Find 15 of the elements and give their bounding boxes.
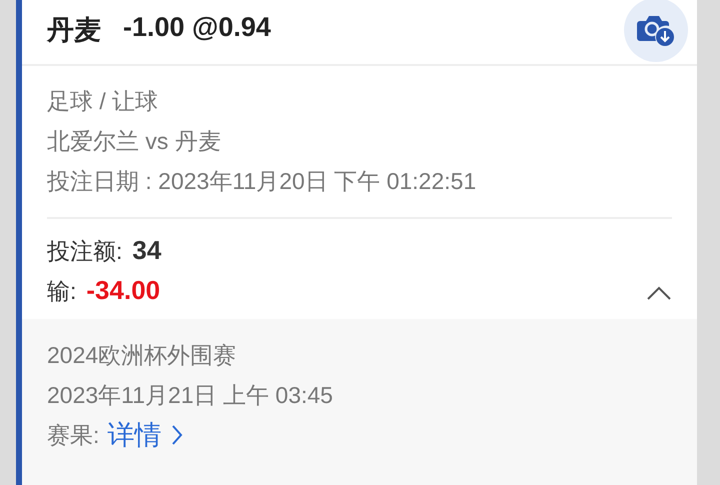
stake-label: 投注额: [47, 237, 122, 266]
team-name: 丹麦 [47, 14, 101, 47]
match-time: 2023年11月21日 上午 03:45 [47, 381, 334, 410]
camera-download-icon [637, 13, 675, 47]
outcome-label: 赛果: [47, 421, 100, 450]
result-amount: -34.00 [86, 274, 160, 307]
chevron-right-icon [171, 424, 184, 446]
bet-detail: 投注日期 : 2023年11月20日 下午 01:22:51 [47, 167, 478, 196]
details-link[interactable]: 详情 [107, 417, 184, 453]
result-label: 输: [47, 277, 76, 306]
stake-amount: 34 [132, 234, 162, 267]
competition-name: 2024欧洲杯外围赛 [47, 341, 238, 370]
bet-detail: 足球 / 让球 [47, 87, 160, 116]
bet-detail: 北爱尔兰 vs 丹麦 [47, 127, 222, 156]
handicap-odds: -1.00 @0.94 [123, 12, 271, 44]
